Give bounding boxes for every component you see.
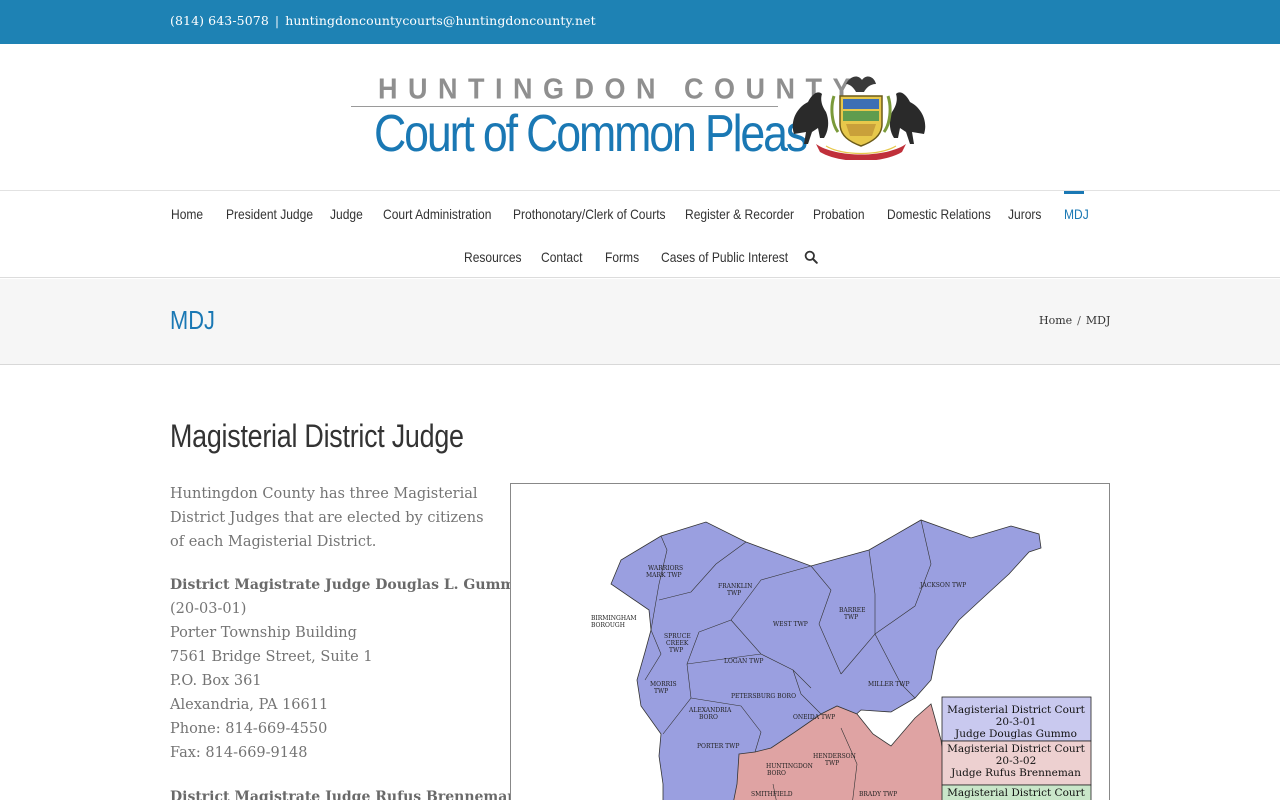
legend-1-judge: Judge Douglas Gummo — [954, 728, 1077, 740]
district-map-graphic: WARRIORS MARK TWP FRANKLIN TWP BIRMINGHA… — [591, 519, 1092, 800]
map-label-porter: PORTER TWP — [697, 743, 739, 750]
map-label-petersburg: PETERSBURG BORO — [731, 693, 796, 700]
judge1-fax: Fax: 814-669-9148 — [170, 745, 308, 761]
judge1-city: Alexandria, PA 16611 — [170, 697, 329, 713]
map-label-warriors-1: WARRIORS — [648, 565, 683, 572]
judge2-name: District Magistrate Judge Rufus Brennema… — [170, 789, 518, 800]
email-link[interactable]: huntingdoncountycourts@huntingdoncounty.… — [285, 13, 596, 28]
map-label-huntingdon-1: HUNTINGDON — [766, 763, 813, 770]
nav-contact[interactable]: Contact — [541, 249, 582, 265]
map-label-warriors-2: MARK TWP — [646, 572, 682, 579]
map-label-spruce-2: CREEK — [666, 640, 689, 647]
judge1-po-box: P.O. Box 361 — [170, 673, 262, 689]
judge1-building: Porter Township Building — [170, 625, 357, 641]
top-contact-bar: (814) 643-5078 | huntingdoncountycourts@hu… — [0, 0, 1280, 44]
contact-separator: | — [274, 13, 280, 28]
search-icon[interactable] — [804, 250, 818, 264]
breadcrumb-home[interactable]: Home — [1039, 314, 1072, 327]
nav-court-administration[interactable]: Court Administration — [383, 206, 491, 222]
nav-president-judge[interactable]: President Judge — [226, 206, 313, 222]
judge1-phone: Phone: 814-669-4550 — [170, 721, 328, 737]
nav-forms[interactable]: Forms — [605, 249, 639, 265]
legend-2-judge: Judge Rufus Brenneman — [950, 767, 1081, 779]
map-label-west: WEST TWP — [773, 621, 808, 628]
nav-register-recorder[interactable]: Register & Recorder — [685, 206, 794, 222]
nav-judge[interactable]: Judge — [330, 206, 363, 222]
breadcrumb-separator: / — [1077, 314, 1081, 327]
legend-1-code: 20-3-01 — [996, 716, 1037, 728]
content-heading: Magisterial District Judge — [170, 418, 464, 454]
map-label-birmingham-2: BOROUGH — [591, 622, 625, 629]
map-label-henderson-1: HENDERSON — [813, 753, 856, 760]
pennsylvania-seal-icon[interactable] — [786, 72, 932, 160]
district-map: WARRIORS MARK TWP FRANKLIN TWP BIRMINGHA… — [510, 483, 1110, 800]
judge1-name: District Magistrate Judge Douglas L. Gum… — [170, 577, 525, 593]
map-label-spruce-3: TWP — [669, 647, 683, 654]
legend-1-court: Magisterial District Court — [947, 704, 1086, 716]
map-label-barree-1: BARREE — [839, 607, 866, 614]
legend-2-code: 20-3-02 — [996, 755, 1037, 767]
nav-active-indicator — [1064, 191, 1084, 194]
map-label-morris-2: TWP — [654, 688, 668, 695]
map-label-alexandria-1: ALEXANDRIA — [688, 707, 732, 714]
map-label-barree-2: TWP — [844, 614, 858, 621]
map-label-miller: MILLER TWP — [868, 681, 910, 688]
breadcrumb-current: MDJ — [1085, 314, 1111, 327]
map-label-henderson-2: TWP — [825, 760, 839, 767]
nav-domestic-relations[interactable]: Domestic Relations — [887, 206, 991, 222]
map-legend: Magisterial District Court 20-3-01 Judge… — [941, 696, 1092, 800]
intro-paragraph: Huntingdon County has three Magisterial … — [170, 486, 484, 550]
map-label-brady: BRADY TWP — [859, 791, 897, 798]
breadcrumb: Home / MDJ — [1039, 314, 1110, 327]
logo-court-text[interactable]: Court of Common Pleas — [374, 104, 808, 164]
map-label-smithfield: SMITHFIELD — [751, 791, 793, 798]
map-label-morris-1: MORRIS — [650, 681, 677, 688]
nav-probation[interactable]: Probation — [813, 206, 865, 222]
phone-link[interactable]: (814) 643-5078 — [170, 13, 269, 28]
map-label-franklin-1: FRANKLIN — [718, 583, 752, 590]
contact-info: (814) 643-5078 | huntingdoncountycourts@hu… — [170, 13, 596, 28]
judge1-code: (20-03-01) — [170, 601, 247, 617]
legend-2-court: Magisterial District Court — [947, 743, 1086, 755]
map-label-jackson: JACKSON TWP — [919, 582, 966, 589]
map-label-alexandria-2: BORO — [699, 714, 718, 721]
nav-mdj[interactable]: MDJ — [1064, 206, 1089, 222]
map-label-oneida: ONEIDA TWP — [793, 714, 835, 721]
nav-resources[interactable]: Resources — [464, 249, 522, 265]
nav-home[interactable]: Home — [171, 206, 203, 222]
main-navigation — [0, 191, 1280, 278]
page-title: MDJ — [170, 305, 215, 335]
legend-3-court: Magisterial District Court — [947, 787, 1086, 799]
nav-cases-of-public-interest[interactable]: Cases of Public Interest — [661, 249, 788, 265]
nav-jurors[interactable]: Jurors — [1008, 206, 1041, 222]
map-label-franklin-2: TWP — [727, 590, 741, 597]
map-label-huntingdon-2: BORO — [767, 770, 786, 777]
map-label-birmingham-1: BIRMINGHAM — [591, 615, 637, 622]
map-label-logan: LOGAN TWP — [724, 658, 763, 665]
map-label-spruce-1: SPRUCE — [664, 633, 691, 640]
judge1-street: 7561 Bridge Street, Suite 1 — [170, 649, 373, 665]
nav-prothonotary[interactable]: Prothonotary/Clerk of Courts — [513, 206, 666, 222]
